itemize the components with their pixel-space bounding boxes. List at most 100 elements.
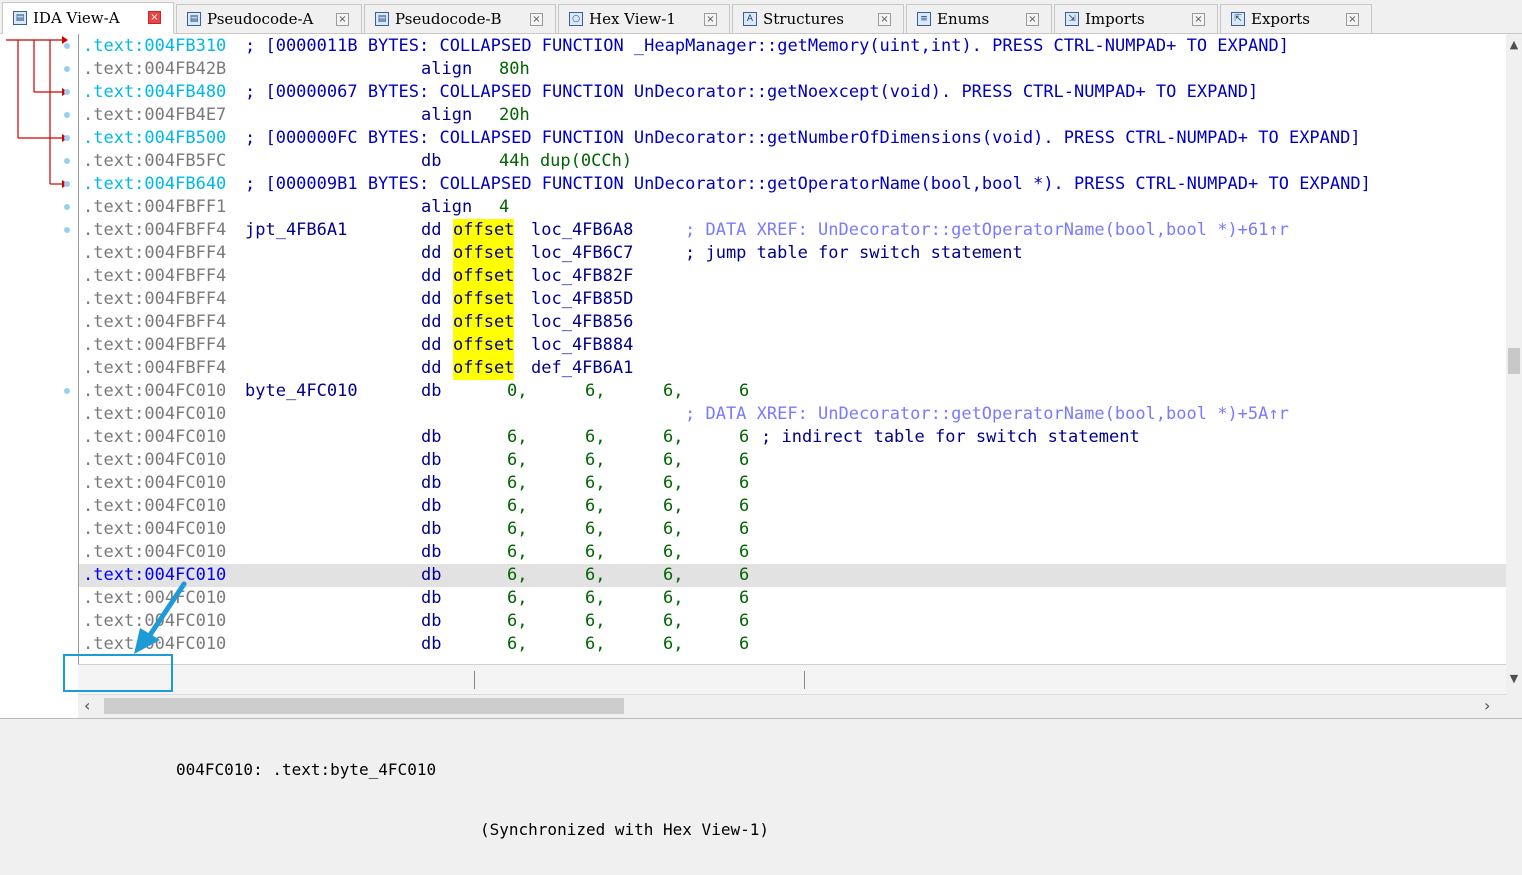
listing-row[interactable]: .text:004FC010 db 6, 6, 6, 6: [79, 495, 1507, 518]
listing-row[interactable]: .text:004FC010 db 6, 6, 6, 6: [79, 564, 1507, 587]
close-tab-icon[interactable]: ×: [1346, 13, 1359, 26]
byte-value: 6,: [507, 473, 528, 493]
listing-row[interactable]: .text:004FB640 ; [000009B1 BYTES: COLLAPS…: [79, 173, 1507, 196]
operand: 4: [499, 197, 510, 217]
listing-row[interactable]: .text:004FBFF4 dd offset def_4FB6A1: [79, 357, 1507, 380]
breakpoint-dot-icon[interactable]: [64, 204, 70, 210]
mnemonic: db: [421, 565, 442, 585]
tab-pseudocode-a[interactable]: ▤ Pseudocode-A ×: [176, 4, 362, 33]
listing-row[interactable]: .text:004FC010 db 6, 6, 6, 6: [79, 541, 1507, 564]
mnemonic: dd: [421, 266, 442, 286]
scroll-up-icon[interactable]: ▲: [1508, 38, 1520, 51]
byte-value: 6,: [663, 381, 684, 401]
listing-row[interactable]: .text:004FBFF4 dd offset loc_4FB85D: [79, 288, 1507, 311]
listing-row[interactable]: .text:004FC010 db 6, 6, 6, 6: [79, 449, 1507, 472]
address: .text:004FC010: [83, 404, 227, 424]
disassembly-listing[interactable]: .text:004FB310 ; [0000011B BYTES: COLLAPS…: [78, 34, 1507, 664]
collapsed-function-comment: ; [0000011B BYTES: COLLAPSED FUNCTION _H…: [245, 36, 1289, 56]
close-tab-icon[interactable]: ×: [704, 13, 717, 26]
vertical-scrollbar[interactable]: ▲ ▼: [1506, 34, 1522, 718]
breakpoint-dot-icon[interactable]: [64, 135, 70, 141]
byte-value: 6,: [663, 611, 684, 631]
enums-icon: ≡: [917, 12, 931, 26]
mnemonic: db: [421, 151, 442, 171]
address: .text:004FBFF4: [83, 358, 227, 378]
listing-row[interactable]: .text:004FB4E7 align 20h: [79, 104, 1507, 127]
address: .text:004FC010: [83, 473, 227, 493]
listing-row[interactable]: .text:004FB310 ; [0000011B BYTES: COLLAPS…: [79, 35, 1507, 58]
listing-row[interactable]: .text:004FBFF4 dd offset loc_4FB82F: [79, 265, 1507, 288]
breakpoint-dot-icon[interactable]: [64, 227, 70, 233]
breakpoint-dot-icon[interactable]: [64, 89, 70, 95]
tab-structures[interactable]: A Structures ×: [732, 4, 904, 33]
close-tab-icon[interactable]: ×: [878, 13, 891, 26]
tab-enums[interactable]: ≡ Enums ×: [906, 4, 1052, 33]
listing-row[interactable]: .text:004FC010 db 6, 6, 6, 6 ; indirect table …: [79, 426, 1507, 449]
byte-value: 6,: [585, 542, 606, 562]
listing-row[interactable]: .text:004FC010 db 6, 6, 6, 6: [79, 472, 1507, 495]
listing-row[interactable]: .text:004FBFF1 align 4: [79, 196, 1507, 219]
comment: ; DATA XREF: UnDecorator::getOperatorNam…: [685, 220, 1289, 240]
mnemonic: dd: [421, 289, 442, 309]
tab-hex-view-1[interactable]: ○ Hex View-1 ×: [558, 4, 730, 33]
sync-status: (Synchronized with Hex View-1): [480, 820, 769, 839]
byte-value: 6,: [507, 588, 528, 608]
breakpoint-dot-icon[interactable]: [64, 66, 70, 72]
tab-imports[interactable]: ⇲ Imports ×: [1054, 4, 1218, 33]
byte-value: 6,: [663, 565, 684, 585]
listing-row[interactable]: .text:004FBFF4 jpt_4FB6A1 dd offset loc_4FB6…: [79, 219, 1507, 242]
listing-row[interactable]: .text:004FB480 ; [00000067 BYTES: COLLAPS…: [79, 81, 1507, 104]
listing-row[interactable]: .text:004FB500 ; [000000FC BYTES: COLLAPS…: [79, 127, 1507, 150]
status-divider: [474, 671, 475, 689]
code-label: jpt_4FB6A1: [245, 220, 348, 240]
breakpoint-dot-icon[interactable]: [64, 43, 70, 49]
close-tab-icon[interactable]: ×: [1192, 13, 1205, 26]
listing-row[interactable]: .text:004FC010 db 6, 6, 6, 6: [79, 587, 1507, 610]
listing-row[interactable]: .text:004FC010 db 6, 6, 6, 6: [79, 633, 1507, 656]
listing-row[interactable]: .text:004FC010 db 6, 6, 6, 6: [79, 518, 1507, 541]
listing-row[interactable]: .text:004FB42B align 80h: [79, 58, 1507, 81]
tab-exports[interactable]: ⇱ Exports ×: [1220, 4, 1372, 33]
byte-value: 6,: [663, 634, 684, 654]
scroll-down-icon[interactable]: ▼: [1508, 672, 1520, 685]
imports-icon: ⇲: [1065, 12, 1079, 26]
comment: ; jump table for switch statement: [685, 243, 1023, 263]
mnemonic: db: [421, 611, 442, 631]
vertical-scroll-thumb[interactable]: [1508, 348, 1520, 374]
listing-row[interactable]: .text:004FC010 db 6, 6, 6, 6: [79, 610, 1507, 633]
listing-row[interactable]: .text:004FBFF4 dd offset loc_4FB6C7 ; jump t…: [79, 242, 1507, 265]
close-tab-icon[interactable]: ×: [336, 13, 349, 26]
listing-row[interactable]: .text:004FBFF4 dd offset loc_4FB856: [79, 311, 1507, 334]
close-tab-icon[interactable]: ×: [1026, 13, 1039, 26]
address: .text:004FB5FC: [83, 151, 227, 171]
scroll-left-icon[interactable]: ‹: [84, 696, 90, 715]
tab-ida-view-a[interactable]: ▤ IDA View-A ×: [2, 2, 174, 34]
horizontal-scroll-thumb[interactable]: [104, 698, 624, 714]
operand: loc_4FB6A8: [531, 220, 634, 240]
listing-row[interactable]: .text:004FB5FC db 44h dup(0CCh): [79, 150, 1507, 173]
address: .text:004FC010: [83, 519, 227, 539]
byte-value: 6,: [585, 565, 606, 585]
address: .text:004FB480: [83, 82, 227, 102]
breakpoint-dot-icon[interactable]: [64, 388, 70, 394]
byte-value: 6,: [663, 496, 684, 516]
listing-icon: ▤: [13, 11, 27, 25]
address: .text:004FC010: [83, 427, 227, 447]
mnemonic: dd: [421, 243, 442, 263]
close-tab-icon[interactable]: ×: [530, 13, 543, 26]
byte-value: 6,: [585, 473, 606, 493]
listing-row[interactable]: .text:004FBFF4 dd offset loc_4FB884: [79, 334, 1507, 357]
breakpoint-dot-icon[interactable]: [64, 158, 70, 164]
tab-label: Exports: [1251, 10, 1310, 28]
breakpoint-dot-icon[interactable]: [64, 112, 70, 118]
close-tab-icon[interactable]: ×: [148, 11, 161, 24]
breakpoint-dot-icon[interactable]: [64, 181, 70, 187]
listing-row[interactable]: .text:004FC010 byte_4FC010 db 0, 6, 6, 6: [79, 380, 1507, 403]
tab-pseudocode-b[interactable]: ▤ Pseudocode-B ×: [364, 4, 556, 33]
horizontal-scrollbar[interactable]: ‹ ›: [78, 694, 1506, 717]
mnemonic: dd: [421, 335, 442, 355]
scroll-right-icon[interactable]: ›: [1484, 696, 1490, 715]
byte-value: 6,: [663, 588, 684, 608]
listing-row[interactable]: .text:004FC010 ; DATA XREF: UnDecorator::…: [79, 403, 1507, 426]
byte-value: 6,: [507, 611, 528, 631]
